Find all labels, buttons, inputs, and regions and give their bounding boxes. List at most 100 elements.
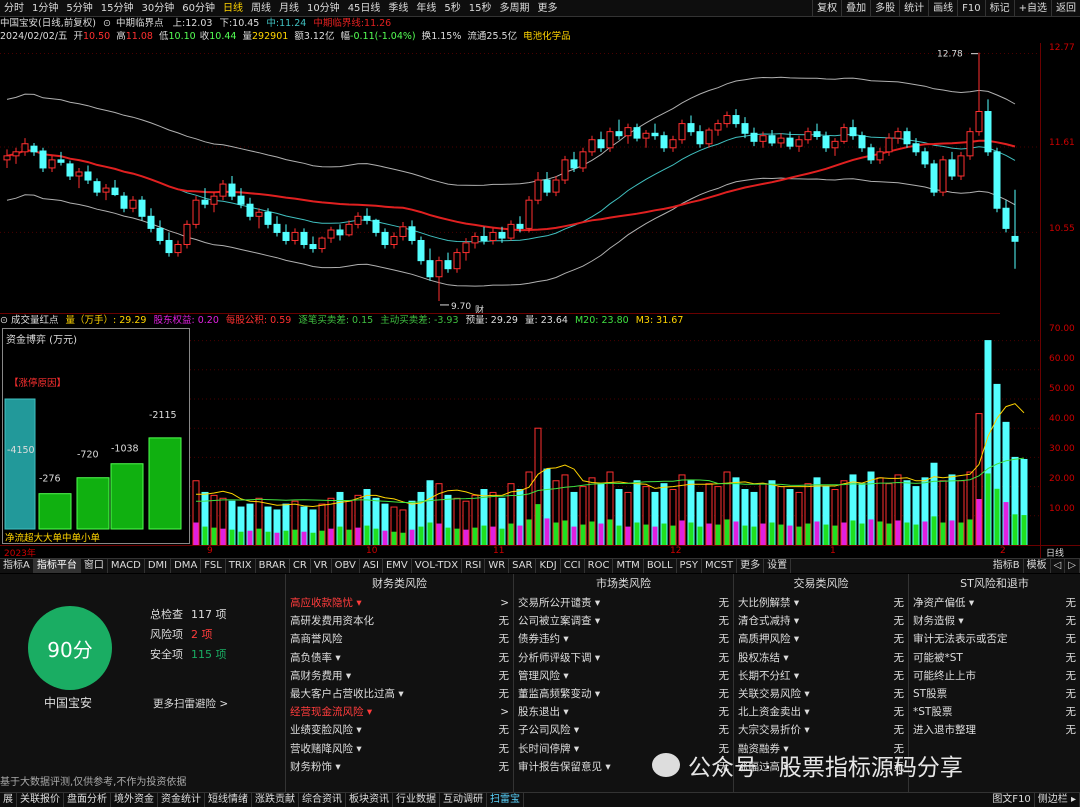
risk-item-label[interactable]: 业绩变脸风险 ▾	[290, 721, 362, 739]
period-tab[interactable]: 季线	[384, 0, 412, 17]
candle[interactable]	[588, 139, 596, 153]
candle[interactable]	[534, 179, 542, 201]
candle[interactable]	[138, 199, 146, 217]
candle[interactable]	[624, 127, 632, 137]
status-tab[interactable]: 关联报价	[17, 793, 64, 807]
indicator-tab[interactable]: TRIX	[226, 559, 256, 573]
period-tab[interactable]: 日线	[219, 0, 247, 17]
risk-item-label[interactable]: 长时间停牌 ▾	[518, 740, 579, 758]
candle[interactable]	[3, 155, 11, 161]
candle[interactable]	[417, 239, 425, 262]
candle[interactable]	[786, 137, 794, 147]
candle[interactable]	[21, 143, 29, 153]
candle[interactable]	[813, 131, 821, 138]
risk-row[interactable]: 北上资金卖出 ▾ 无	[734, 703, 908, 721]
candle[interactable]	[831, 140, 839, 149]
risk-row[interactable]: 高应收款隐忧 ▾ >	[286, 594, 513, 612]
sector[interactable]: 电池化学品	[523, 31, 571, 42]
toolbar-button[interactable]: 标记	[984, 0, 1014, 17]
collapse-icon[interactable]: ⊙	[103, 18, 111, 29]
candle[interactable]	[516, 223, 524, 229]
candle[interactable]	[804, 131, 812, 141]
toolbar-button[interactable]: 复权	[812, 0, 841, 17]
candle[interactable]	[327, 229, 335, 239]
candle[interactable]	[39, 150, 47, 169]
candle[interactable]	[714, 123, 722, 131]
risk-row[interactable]: 净资产偏低 ▾ 无	[909, 594, 1080, 612]
candle[interactable]	[957, 155, 965, 177]
candle[interactable]	[525, 199, 533, 229]
candle[interactable]	[408, 226, 416, 241]
candle[interactable]	[165, 239, 173, 254]
toolbar-button[interactable]: 画线	[928, 0, 957, 17]
risk-item-label[interactable]: ST股票	[913, 685, 947, 703]
candle[interactable]	[192, 199, 200, 225]
status-tab[interactable]: 资金统计	[158, 793, 205, 807]
indicator-tab-right[interactable]: ◁	[1051, 559, 1066, 573]
risk-item-label[interactable]: 管理风险 ▾	[518, 667, 569, 685]
risk-row[interactable]: 子公司风险 ▾ 无	[514, 721, 733, 739]
candle[interactable]	[156, 227, 164, 241]
indicator-tab[interactable]: 指标A	[0, 559, 34, 573]
candle[interactable]	[363, 215, 371, 221]
status-tab[interactable]: 境外资金	[111, 793, 158, 807]
indicator-tab[interactable]: VOL-TDX	[412, 559, 463, 573]
candle[interactable]	[750, 132, 758, 142]
risk-row[interactable]: *ST股票 无	[909, 703, 1080, 721]
risk-row[interactable]: 关联交易风险 ▾ 无	[734, 685, 908, 703]
risk-item-label[interactable]: 审计无法表示或否定	[913, 630, 1008, 648]
risk-item-label[interactable]: 交易所公开谴责 ▾	[518, 594, 600, 612]
candle[interactable]	[219, 183, 227, 197]
candle[interactable]	[858, 135, 866, 149]
risk-item-label[interactable]: 可能终止上市	[913, 667, 976, 685]
candle[interactable]	[57, 159, 65, 163]
candle[interactable]	[12, 151, 20, 157]
indicator-name[interactable]: 中期临界点	[116, 18, 164, 29]
candle[interactable]	[237, 195, 245, 205]
risk-item-label[interactable]: 财务粉饰 ▾	[290, 758, 341, 776]
indicator-tab[interactable]: FSL	[201, 559, 226, 573]
indicator-tab[interactable]: 窗口	[81, 559, 108, 573]
risk-item-label[interactable]: 高财务费用 ▾	[290, 667, 351, 685]
candle[interactable]	[264, 211, 272, 225]
risk-item-label[interactable]: 高负债率 ▾	[290, 649, 341, 667]
candle[interactable]	[435, 260, 443, 278]
risk-row[interactable]: 财务造假 ▾ 无	[909, 612, 1080, 630]
candle[interactable]	[930, 163, 938, 193]
candle[interactable]	[111, 187, 119, 196]
status-tab[interactable]: 盘面分析	[64, 793, 111, 807]
candle[interactable]	[759, 135, 767, 142]
toolbar-button[interactable]: 多股	[870, 0, 899, 17]
candle[interactable]	[318, 237, 326, 250]
candle[interactable]	[633, 127, 641, 139]
period-tab[interactable]: 月线	[275, 0, 303, 17]
candle[interactable]	[66, 163, 74, 177]
candle[interactable]	[723, 115, 731, 125]
candle[interactable]	[822, 136, 830, 149]
candle[interactable]	[768, 135, 776, 144]
risk-row[interactable]: 最大客户占营收比过高 ▾ 无	[286, 685, 513, 703]
risk-item-label[interactable]: 高质押风险 ▾	[738, 630, 799, 648]
candle[interactable]	[489, 231, 497, 241]
risk-item-label[interactable]: 经营现金流风险 ▾	[290, 703, 372, 721]
candle[interactable]	[120, 195, 128, 209]
risk-row[interactable]: 大宗交易折价 ▾ 无	[734, 721, 908, 739]
candle[interactable]	[372, 219, 380, 233]
candle[interactable]	[390, 235, 398, 246]
risk-item-label[interactable]: 大比例解禁 ▾	[738, 594, 799, 612]
candle[interactable]	[552, 179, 560, 193]
toolbar-button[interactable]: 返回	[1051, 0, 1080, 17]
risk-row[interactable]: 交易所公开谴责 ▾ 无	[514, 594, 733, 612]
candle[interactable]	[795, 139, 803, 147]
candle[interactable]	[705, 129, 713, 145]
candle[interactable]	[975, 111, 983, 133]
vol-indicator-name[interactable]: 成交量红点	[11, 315, 59, 326]
candle[interactable]	[273, 223, 281, 233]
risk-item-label[interactable]: 公司被立案调查 ▾	[518, 612, 600, 630]
candle[interactable]	[84, 171, 92, 181]
risk-item-label[interactable]: 子公司风险 ▾	[518, 721, 579, 739]
risk-row[interactable]: 高质押风险 ▾ 无	[734, 630, 908, 648]
risk-row[interactable]: 业绩变脸风险 ▾ 无	[286, 721, 513, 739]
candle[interactable]	[48, 159, 56, 169]
risk-row[interactable]: 大比例解禁 ▾ 无	[734, 594, 908, 612]
